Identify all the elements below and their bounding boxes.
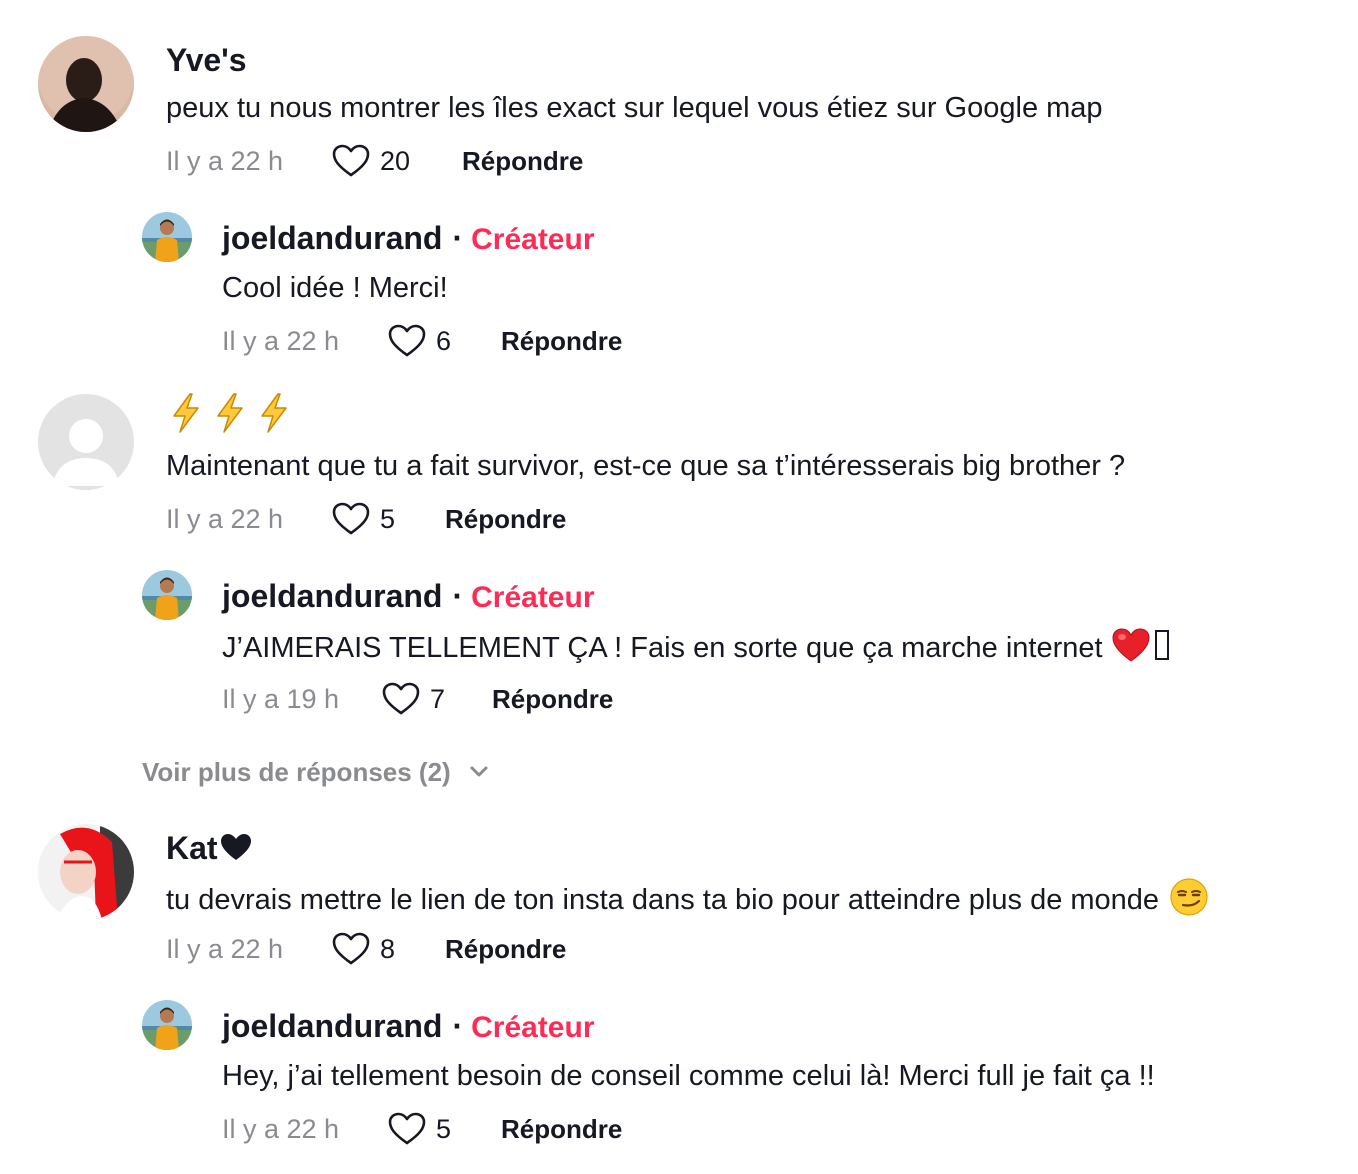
- black-heart-icon: [220, 834, 251, 860]
- reply-text: Cool idée ! Merci!: [222, 272, 448, 304]
- reply-time: Il y a 22 h: [222, 326, 340, 356]
- heart-icon: [382, 682, 420, 716]
- reply-username-row: joeldandurand · Créateur: [222, 576, 595, 618]
- reply-button[interactable]: Répondre: [501, 1109, 622, 1149]
- reply-text-row: J’AIMERAIS TELLEMENT ÇA ! Fais en sorte …: [222, 627, 1169, 667]
- like-count: 5: [436, 1114, 452, 1144]
- like-button[interactable]: 6: [388, 321, 451, 361]
- like-button[interactable]: 5: [332, 499, 395, 539]
- creator-avatar-image: [142, 1000, 192, 1050]
- view-more-replies-label: Voir plus de réponses (2): [142, 757, 451, 787]
- reply-button[interactable]: Répondre: [492, 679, 613, 719]
- reply-button[interactable]: Répondre: [445, 499, 566, 539]
- comment-username-row[interactable]: Kat: [166, 828, 252, 868]
- reply-button[interactable]: Répondre: [445, 929, 566, 969]
- reply-meta: Il y a 22 h 5 Répondre: [222, 1109, 722, 1149]
- heart-icon: [332, 502, 370, 536]
- creator-badge: Créateur: [471, 223, 595, 256]
- avatar[interactable]: [142, 1000, 192, 1050]
- heart-icon: [332, 932, 370, 966]
- reply-username-row: joeldandurand · Créateur: [222, 218, 595, 260]
- lightning-icon: [256, 392, 292, 434]
- avatar[interactable]: [142, 212, 192, 262]
- like-button[interactable]: 20: [332, 141, 410, 181]
- creator-badge: Créateur: [471, 1011, 595, 1044]
- comment-text: Maintenant que tu a fait survivor, est-c…: [166, 450, 1126, 482]
- comment-time: Il y a 22 h: [166, 934, 284, 964]
- red-heart-icon: [1112, 628, 1150, 662]
- reply-time: Il y a 22 h: [222, 1114, 340, 1144]
- reply-text: J’AIMERAIS TELLEMENT ÇA ! Fais en sorte …: [222, 632, 1103, 664]
- reply-text: Hey, j’ai tellement besoin de conseil co…: [222, 1060, 1155, 1092]
- separator-dot: ·: [452, 1008, 464, 1044]
- smirk-emoji-icon: [1170, 878, 1208, 916]
- reply-username[interactable]: joeldandurand: [222, 220, 442, 256]
- like-button[interactable]: 8: [332, 929, 395, 969]
- comment-meta: Il y a 22 h 5 Répondre: [166, 499, 666, 539]
- avatar[interactable]: [38, 394, 134, 490]
- view-more-replies-button[interactable]: Voir plus de réponses (2): [142, 752, 489, 792]
- avatar[interactable]: [142, 570, 192, 620]
- reply-meta: Il y a 22 h 6 Répondre: [222, 321, 722, 361]
- reply-button[interactable]: Répondre: [501, 321, 622, 361]
- reply-meta: Il y a 19 h 7 Répondre: [222, 679, 722, 719]
- comment-username: Kat: [166, 830, 218, 866]
- reply-time: Il y a 19 h: [222, 684, 340, 714]
- reply-username-row: joeldandurand · Créateur: [222, 1006, 595, 1048]
- like-count: 8: [380, 934, 396, 964]
- comment-text: peux tu nous montrer les îles exact sur …: [166, 92, 1103, 124]
- user-avatar-image: [38, 36, 134, 132]
- lightning-icon: [212, 392, 248, 434]
- heart-icon: [332, 144, 370, 178]
- comment-username[interactable]: Yve's: [166, 40, 247, 80]
- like-button[interactable]: 7: [382, 679, 445, 719]
- reply-username[interactable]: joeldandurand: [222, 578, 442, 614]
- comment-time: Il y a 22 h: [166, 146, 284, 176]
- default-avatar-image: [38, 394, 134, 490]
- avatar[interactable]: [38, 36, 134, 132]
- missing-glyph-icon: [1154, 630, 1169, 660]
- comment-text-row: tu devrais mettre le lien de ton insta d…: [166, 877, 1209, 919]
- creator-avatar-image: [142, 570, 192, 620]
- chevron-down-icon: [470, 766, 488, 777]
- like-count: 7: [430, 684, 446, 714]
- comment-time: Il y a 22 h: [166, 504, 284, 534]
- like-button[interactable]: 5: [388, 1109, 451, 1149]
- avatar[interactable]: [38, 824, 134, 920]
- comment-text: tu devrais mettre le lien de ton insta d…: [166, 884, 1160, 916]
- like-count: 6: [436, 326, 452, 356]
- creator-badge: Créateur: [471, 581, 595, 614]
- comment-meta: Il y a 22 h 8 Répondre: [166, 929, 666, 969]
- user-avatar-image: [38, 824, 134, 920]
- heart-icon: [388, 1112, 426, 1146]
- lightning-icon: [168, 392, 204, 434]
- like-count: 20: [380, 146, 411, 176]
- separator-dot: ·: [452, 220, 464, 256]
- comment-username-emoji[interactable]: [168, 392, 292, 434]
- reply-username[interactable]: joeldandurand: [222, 1008, 442, 1044]
- separator-dot: ·: [452, 578, 464, 614]
- heart-icon: [388, 324, 426, 358]
- like-count: 5: [380, 504, 396, 534]
- creator-avatar-image: [142, 212, 192, 262]
- comment-meta: Il y a 22 h 20 Répondre: [166, 141, 766, 181]
- reply-button[interactable]: Répondre: [462, 141, 583, 181]
